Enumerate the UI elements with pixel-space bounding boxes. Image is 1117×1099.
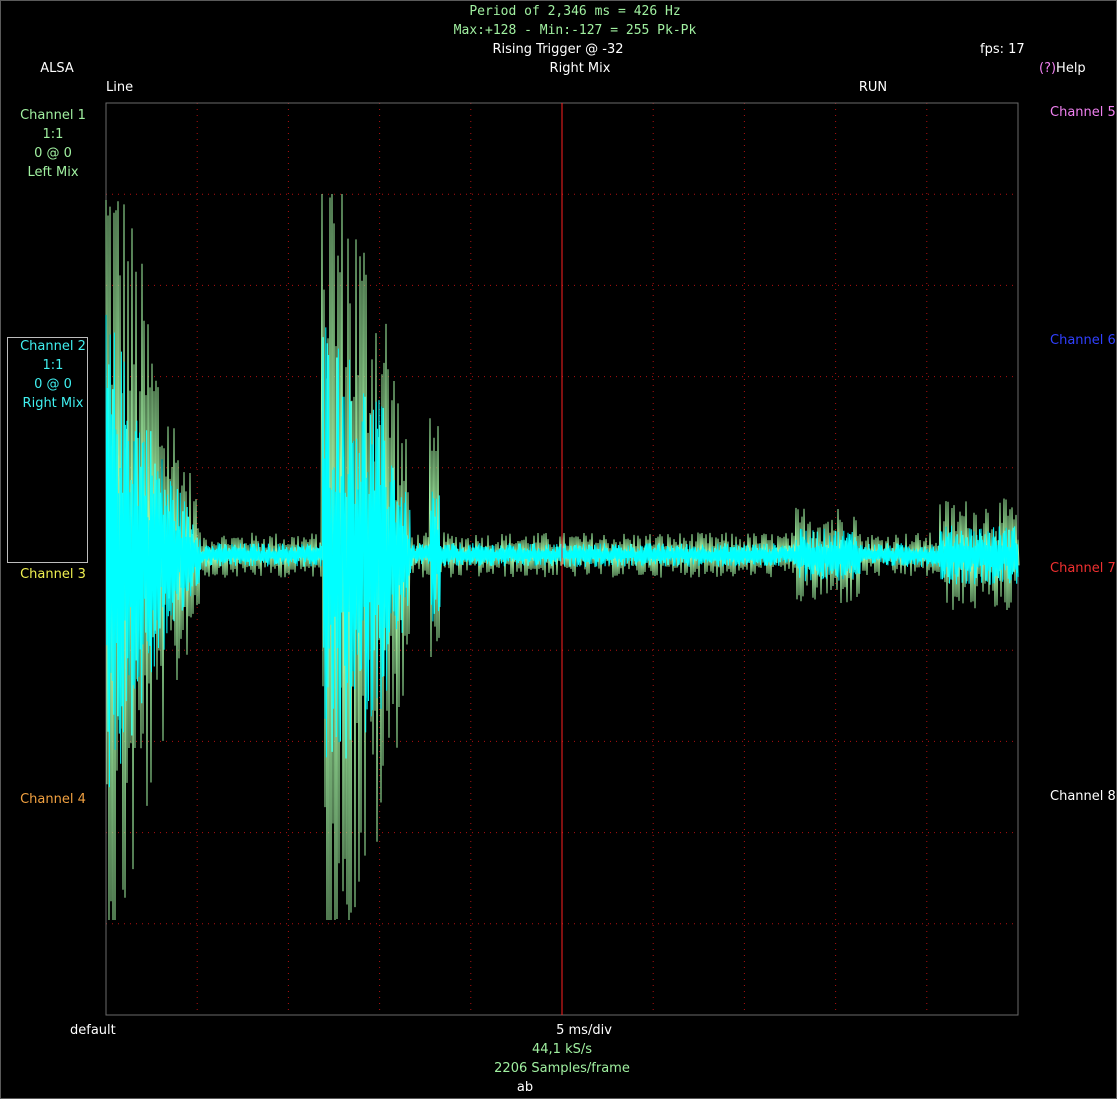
samples-per-frame-label: 2206 Samples/frame <box>494 1061 630 1076</box>
footer-extra-label: ab <box>516 1080 534 1095</box>
sample-rate-label: 44,1 kS/s <box>531 1042 593 1057</box>
timebase-label[interactable]: 5 ms/div <box>556 1023 612 1039</box>
scope-display[interactable] <box>0 0 1117 1099</box>
device-label[interactable]: default <box>70 1023 116 1039</box>
